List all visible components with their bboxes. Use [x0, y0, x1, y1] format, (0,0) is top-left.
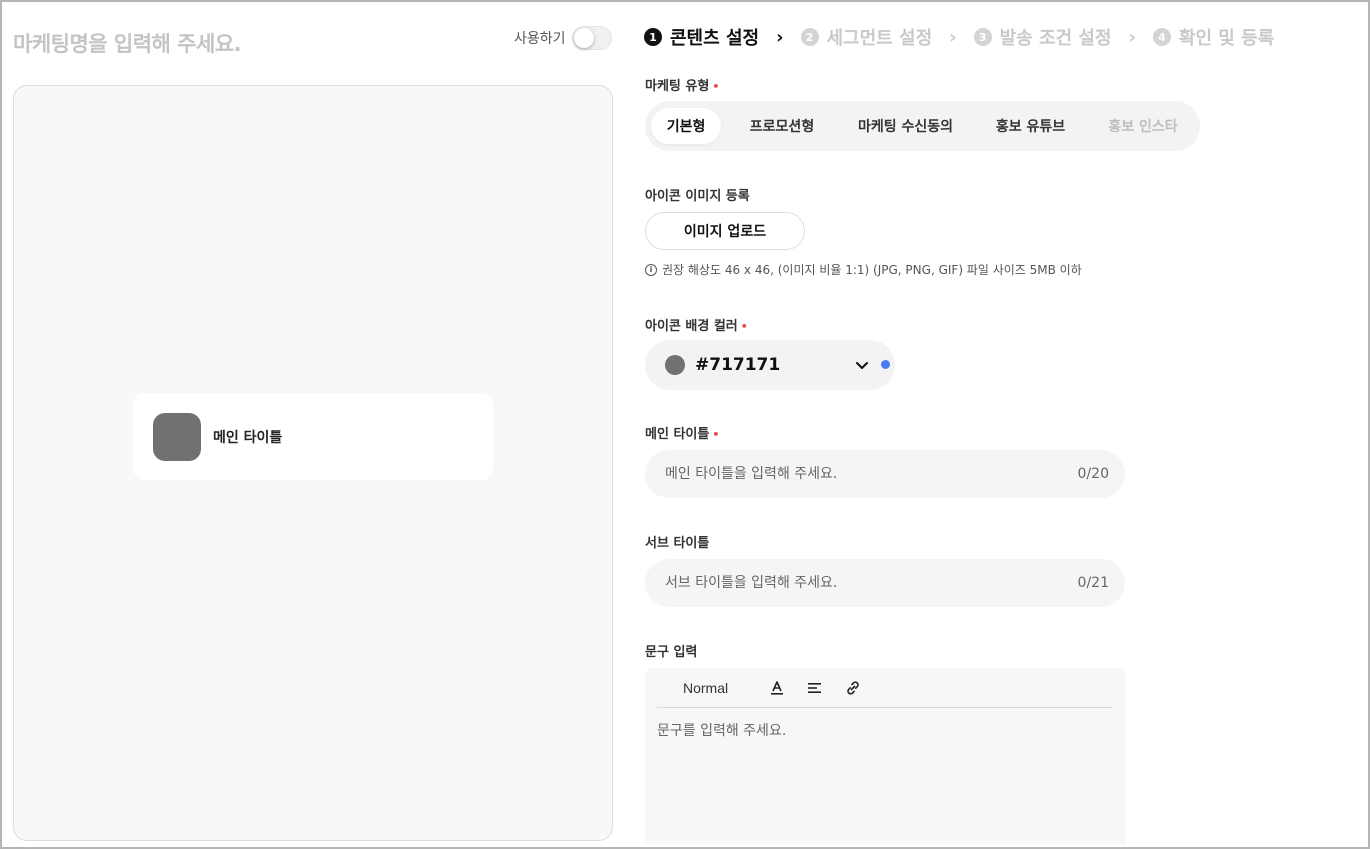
step-send-conditions[interactable]: 3 발송 조건 설정: [973, 24, 1112, 50]
color-swatch: [665, 355, 685, 375]
label-text: 메인 타이틀: [645, 427, 710, 442]
phrase-label: 문구 입력: [645, 645, 698, 660]
image-upload-button[interactable]: 이미지 업로드: [645, 212, 805, 250]
phrase-editor-area[interactable]: 문구를 입력해 주세요.: [657, 720, 786, 740]
chevron-right-icon: ›: [949, 26, 957, 48]
editor-toolbar: Normal: [657, 668, 1113, 708]
chevron-right-icon: ›: [776, 26, 784, 48]
use-toggle[interactable]: 사용하기: [514, 26, 612, 50]
char-counter: 0/20: [1077, 466, 1109, 482]
step-label: 확인 및 등록: [1178, 28, 1275, 49]
main-title-input[interactable]: [665, 466, 1078, 482]
tab-promotion[interactable]: 프로모션형: [721, 108, 843, 144]
stepper: 1 콘텐츠 설정 › 2 세그먼트 설정 › 3 발송 조건 설정 › 4 확인…: [644, 24, 1274, 50]
char-counter: 0/21: [1077, 575, 1109, 591]
sub-title-input[interactable]: [665, 575, 1078, 591]
icon-image-label: 아이콘 이미지 등록: [645, 189, 750, 204]
color-select[interactable]: #717171: [645, 340, 895, 390]
step-label: 콘텐츠 설정: [670, 28, 760, 49]
link-icon[interactable]: [842, 677, 864, 699]
tab-promo-instagram[interactable]: 홍보 인스타: [1093, 108, 1193, 144]
status-dot: [881, 360, 890, 369]
preview-icon: [153, 412, 201, 461]
upload-hint: i 권장 해상도 46 x 46, (이미지 비율 1:1) (JPG, PNG…: [645, 261, 1082, 278]
toggle-knob: [573, 28, 594, 48]
marketing-type-tabs: 기본형 프로모션형 마케팅 수신동의 홍보 유튜브 홍보 인스타: [645, 101, 1200, 151]
sub-title-label: 서브 타이틀: [645, 536, 710, 551]
step-label: 발송 조건 설정: [999, 28, 1112, 49]
preview-card-title: 메인 타이틀: [213, 429, 283, 446]
step-confirm-register[interactable]: 4 확인 및 등록: [1152, 24, 1275, 50]
step-number: 3: [973, 28, 992, 46]
label-text: 마케팅 유형: [645, 79, 710, 94]
label-text: 아이콘 배경 컬러: [645, 319, 738, 334]
step-number: 2: [800, 28, 819, 46]
app-frame: 마케팅명을 입력해 주세요. 사용하기 메인 타이틀 1 콘텐츠 설정 › 2 …: [0, 0, 1370, 849]
use-toggle-label: 사용하기: [514, 31, 566, 47]
tab-promo-youtube[interactable]: 홍보 유튜브: [968, 108, 1093, 144]
icon-bg-color-label: 아이콘 배경 컬러 •: [645, 315, 748, 334]
sub-title-field: 0/21: [645, 559, 1125, 607]
toggle-switch[interactable]: [571, 26, 612, 50]
color-value: #717171: [695, 355, 781, 375]
chevron-down-icon: [856, 362, 868, 369]
step-number: 4: [1152, 28, 1171, 46]
info-icon: i: [645, 263, 657, 276]
step-label: 세그먼트 설정: [826, 28, 933, 49]
align-icon[interactable]: [804, 677, 826, 699]
step-content-settings[interactable]: 1 콘텐츠 설정: [644, 24, 759, 50]
main-title-field: 0/20: [645, 450, 1125, 498]
step-number: 1: [644, 28, 662, 46]
tab-basic[interactable]: 기본형: [651, 108, 721, 144]
main-title-label: 메인 타이틀 •: [645, 423, 719, 442]
preview-panel: 메인 타이틀: [13, 85, 613, 841]
rich-text-editor: Normal 문구를 입력해 주세요.: [645, 668, 1126, 844]
required-mark: •: [740, 320, 748, 333]
marketing-type-label: 마케팅 유형 •: [645, 75, 719, 94]
tab-marketing-consent[interactable]: 마케팅 수신동의: [843, 108, 968, 144]
required-mark: •: [712, 428, 720, 441]
step-segment-settings[interactable]: 2 세그먼트 설정: [800, 24, 933, 50]
text-color-icon[interactable]: [766, 677, 788, 699]
preview-card: 메인 타이틀: [133, 393, 493, 480]
chevron-right-icon: ›: [1128, 26, 1136, 48]
format-select[interactable]: Normal: [683, 680, 728, 696]
required-mark: •: [712, 80, 720, 93]
hint-text: 권장 해상도 46 x 46, (이미지 비율 1:1) (JPG, PNG, …: [662, 263, 1082, 277]
marketing-name-input[interactable]: 마케팅명을 입력해 주세요.: [13, 28, 242, 58]
